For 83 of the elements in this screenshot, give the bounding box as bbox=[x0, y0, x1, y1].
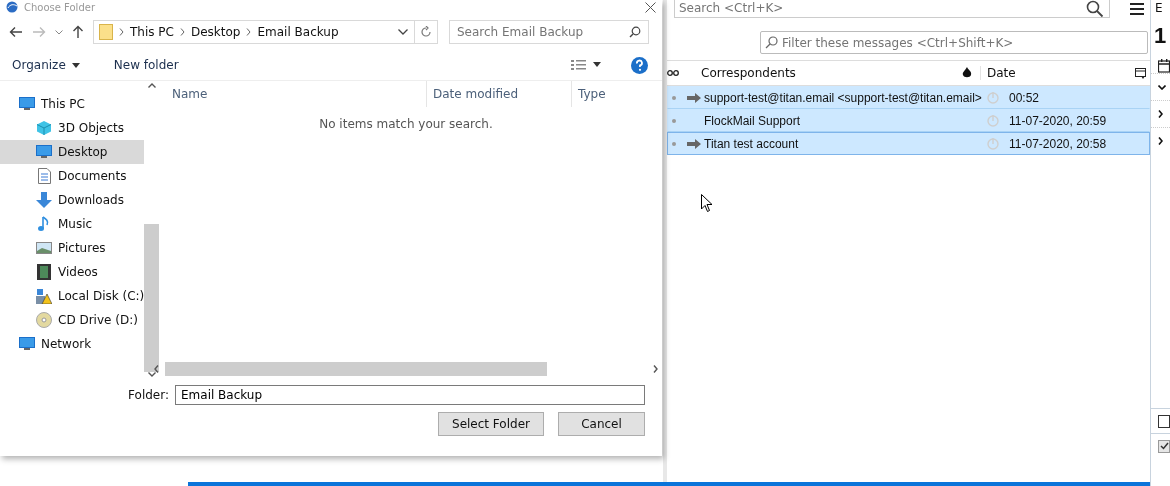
search-field[interactable]: Search <Ctrl+K> bbox=[674, 0, 1110, 18]
truncated-text: 1 bbox=[1153, 25, 1168, 47]
document-icon bbox=[36, 168, 52, 184]
nav-item[interactable]: This PC bbox=[0, 92, 145, 116]
folder-icon bbox=[99, 24, 113, 40]
close-icon[interactable] bbox=[645, 1, 656, 13]
search-icon bbox=[629, 26, 641, 38]
nav-item[interactable]: CD Drive (D:) bbox=[0, 308, 145, 332]
nav-item[interactable]: Network bbox=[0, 332, 145, 356]
monitor-icon bbox=[19, 97, 35, 111]
checkbox[interactable] bbox=[1158, 414, 1170, 428]
thread-dot-icon bbox=[672, 95, 676, 100]
correspondent-text: FlockMail Support bbox=[704, 113, 802, 128]
column-header[interactable]: Correspondents bbox=[701, 66, 962, 80]
nav-item[interactable]: Downloads bbox=[0, 188, 145, 212]
select-folder-button[interactable]: Select Folder bbox=[438, 412, 544, 436]
filter-field[interactable]: Filter these messages <Ctrl+Shift+K> bbox=[760, 31, 1148, 54]
date-text: 00:52 bbox=[1009, 90, 1041, 105]
column-header[interactable]: Name bbox=[150, 81, 427, 107]
date-text: 11-07-2020, 20:58 bbox=[1009, 136, 1108, 151]
nav-item[interactable]: Pictures bbox=[0, 236, 145, 260]
cube-icon bbox=[36, 120, 52, 136]
thread-column-icon[interactable] bbox=[667, 70, 679, 76]
address-bar[interactable]: This PC Desktop Email Backup bbox=[93, 20, 438, 44]
breadcrumb-item[interactable]: Desktop bbox=[190, 25, 241, 39]
organize-button[interactable]: Organize bbox=[6, 55, 86, 75]
monitor-icon bbox=[36, 145, 52, 159]
column-header[interactable]: Type bbox=[572, 81, 606, 107]
nav-item[interactable]: Videos bbox=[0, 260, 145, 284]
nav-item[interactable]: Local Disk (C:) bbox=[0, 284, 145, 308]
checkbox[interactable] bbox=[1158, 439, 1170, 453]
scrollbar-thumb[interactable] bbox=[165, 362, 547, 376]
disc-icon bbox=[36, 312, 52, 328]
scroll-down-icon[interactable] bbox=[147, 372, 156, 377]
column-header[interactable]: Date modified bbox=[427, 81, 572, 107]
truncated-text: E bbox=[1154, 0, 1164, 15]
message-row[interactable]: Titan test account 11-07-2020, 20:58 bbox=[667, 132, 1150, 155]
folder-input-field[interactable]: Email Backup bbox=[175, 385, 645, 405]
cancel-button[interactable]: Cancel bbox=[558, 412, 645, 436]
column-picker-icon[interactable] bbox=[1135, 67, 1146, 79]
down-arrow-icon bbox=[36, 192, 52, 208]
chevron-icon[interactable] bbox=[1158, 84, 1166, 90]
nav-item[interactable]: Music bbox=[0, 212, 145, 236]
scroll-right-icon[interactable] bbox=[653, 365, 658, 373]
help-icon[interactable] bbox=[631, 56, 648, 74]
monitor-icon bbox=[19, 337, 35, 351]
calendar-icon[interactable] bbox=[1158, 59, 1170, 73]
breadcrumb-item[interactable]: Email Backup bbox=[257, 25, 339, 39]
thread-dot-icon bbox=[672, 141, 676, 146]
search-icon bbox=[1086, 0, 1104, 18]
scroll-left-icon[interactable] bbox=[154, 365, 159, 373]
nav-item[interactable]: Documents bbox=[0, 164, 145, 188]
caret-icon[interactable] bbox=[398, 29, 408, 35]
view-options-icon[interactable] bbox=[571, 60, 601, 70]
drive-icon bbox=[36, 288, 52, 304]
scrollbar-thumb[interactable] bbox=[144, 224, 160, 372]
film-icon bbox=[36, 264, 52, 280]
new-folder-button[interactable]: New folder bbox=[107, 55, 185, 75]
nav-item[interactable]: 3D Objects bbox=[0, 116, 145, 140]
menu-icon[interactable] bbox=[1130, 3, 1144, 15]
empty-message: No items match your search. bbox=[319, 117, 493, 131]
mouse-cursor-icon bbox=[701, 194, 713, 213]
caret-icon bbox=[71, 62, 80, 68]
refresh-icon[interactable] bbox=[420, 26, 432, 38]
folder-label: Folder: bbox=[128, 388, 169, 402]
date-text: 11-07-2020, 20:59 bbox=[1009, 113, 1108, 128]
message-row[interactable]: support-test@titan.email <support-test@titan.email> 00:52 bbox=[667, 86, 1150, 109]
picture-icon bbox=[36, 242, 52, 254]
up-arrow-icon[interactable] bbox=[72, 25, 84, 39]
chevron-icon[interactable] bbox=[1158, 137, 1163, 145]
correspondent-text: support-test@titan.email <support-test@titan.email> bbox=[704, 90, 983, 105]
correspondent-text: Titan test account bbox=[704, 136, 800, 151]
thread-dot-icon bbox=[672, 118, 676, 123]
breadcrumb-item[interactable]: This PC bbox=[130, 25, 174, 39]
search-field[interactable]: Search Email Backup bbox=[449, 20, 649, 44]
scroll-up-icon[interactable] bbox=[147, 83, 156, 88]
back-arrow-icon[interactable] bbox=[9, 26, 23, 38]
window-title: Choose Folder bbox=[24, 1, 96, 13]
chevron-icon[interactable] bbox=[1158, 110, 1163, 118]
flame-icon[interactable] bbox=[962, 67, 972, 79]
message-row[interactable]: FlockMail Support 11-07-2020, 20:59 bbox=[667, 109, 1150, 132]
column-header[interactable]: Date bbox=[980, 66, 1135, 80]
nav-item[interactable]: Desktop bbox=[0, 140, 145, 164]
